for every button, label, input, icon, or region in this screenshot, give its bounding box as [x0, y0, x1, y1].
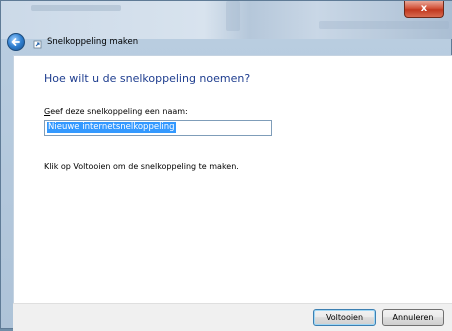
wizard-content: Hoe wilt u de snelkoppeling noemen? Geef… — [13, 55, 452, 304]
background-blur — [319, 21, 449, 29]
back-arrow-icon — [11, 38, 20, 46]
background-blur — [31, 5, 121, 11]
button-bar: Voltooien Annuleren — [13, 303, 452, 331]
finish-button-label: Voltooien — [325, 313, 364, 322]
close-button[interactable]: x — [404, 1, 444, 18]
shortcut-name-value: Nieuwe internetsnelkoppeling — [47, 122, 176, 133]
background-blur — [226, 1, 240, 31]
shortcut-icon — [33, 40, 42, 49]
name-field-label: Geef deze snelkoppeling een naam: — [44, 107, 188, 116]
cancel-button-label: Annuleren — [392, 313, 434, 322]
close-icon: x — [420, 3, 428, 14]
label-text: eef deze snelkoppeling een naam: — [50, 107, 188, 116]
cancel-button[interactable]: Annuleren — [382, 309, 444, 326]
page-heading: Hoe wilt u de snelkoppeling noemen? — [44, 72, 251, 85]
finish-button[interactable]: Voltooien — [313, 309, 376, 326]
back-button[interactable] — [7, 33, 25, 51]
instruction-text: Klik op Voltooien om de snelkoppeling te… — [44, 162, 239, 171]
title-bar — [1, 1, 452, 39]
dialog-window: x Snelkoppeling maken Hoe wilt u de snel… — [0, 0, 452, 331]
window-title: Snelkoppeling maken — [47, 37, 139, 47]
shortcut-name-input[interactable]: Nieuwe internetsnelkoppeling — [44, 120, 272, 136]
